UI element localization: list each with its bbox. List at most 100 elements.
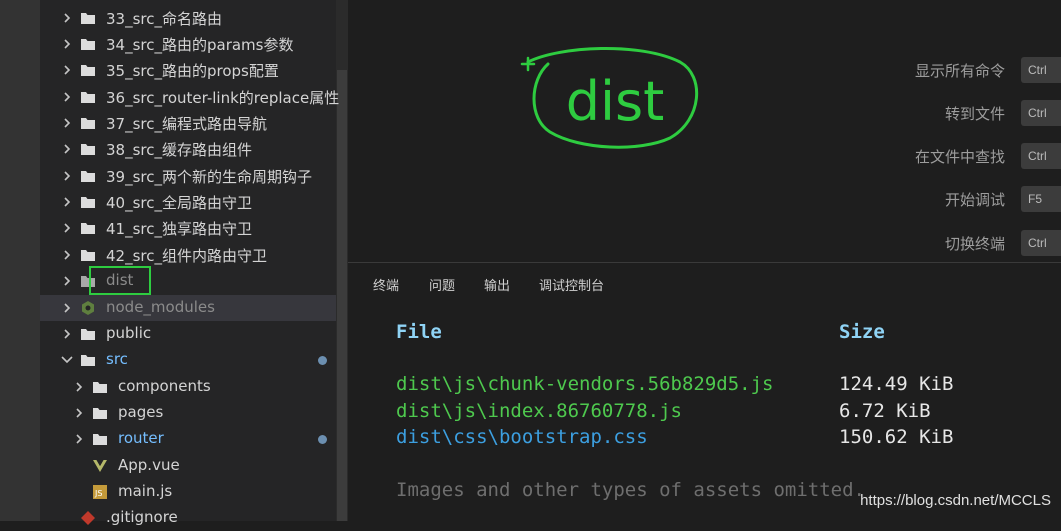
folder-icon [80, 194, 96, 210]
keybinding: Ctrl [1021, 143, 1061, 169]
tree-folder-39[interactable]: 39_src_两个新的生命周期钩子 [40, 163, 336, 189]
folder-icon [80, 10, 96, 26]
tree-folder-pages[interactable]: pages [40, 400, 336, 426]
command-find-in-files[interactable]: 在文件中查找 Ctrl [861, 143, 1061, 169]
folder-icon [92, 379, 108, 395]
folder-icon [80, 220, 96, 236]
keybinding: Ctrl [1021, 100, 1061, 126]
tree-folder-src[interactable]: src [40, 347, 336, 373]
dist-highlight-box [89, 266, 151, 295]
file-path: dist\js\index.86760778.js [396, 400, 682, 422]
chevron-right-icon [74, 382, 84, 392]
chevron-right-icon [62, 118, 72, 128]
file-column-header: File [396, 321, 442, 343]
tree-folder-35[interactable]: 35_src_路由的props配置 [40, 57, 336, 83]
annotation-text: dist [566, 70, 665, 133]
file-path: dist\css\bootstrap.css [396, 426, 648, 448]
folder-icon [80, 62, 96, 78]
chevron-right-icon [62, 329, 72, 339]
command-go-to-file[interactable]: 转到文件 Ctrl [861, 100, 1061, 126]
tree-folder-36[interactable]: 36_src_router-link的replace属性 [40, 84, 340, 110]
tree-folder-router[interactable]: router [40, 426, 336, 452]
tree-label: 34_src_路由的params参数 [106, 36, 294, 54]
tree-label: .gitignore [106, 508, 178, 526]
tab-output[interactable]: 输出 [484, 275, 510, 294]
command-label: 开始调试 [944, 191, 1005, 209]
git-icon [80, 510, 96, 526]
chevron-right-icon [62, 223, 72, 233]
file-size: 150.62 KiB [839, 426, 954, 448]
tree-label: main.js [118, 482, 173, 500]
tree-folder-40[interactable]: 40_src_全局路由守卫 [40, 189, 336, 215]
tree-label: node_modules [106, 298, 215, 316]
tree-folder-components[interactable]: components [40, 374, 336, 400]
tree-label: 35_src_路由的props配置 [106, 62, 279, 80]
svg-text:JS: JS [94, 489, 102, 498]
folder-icon [92, 405, 108, 421]
folder-icon [80, 115, 96, 131]
tree-folder-37[interactable]: 37_src_编程式路由导航 [40, 110, 336, 136]
command-start-debugging[interactable]: 开始调试 F5 [861, 186, 1061, 212]
chevron-right-icon [62, 65, 72, 75]
folder-icon [80, 326, 96, 342]
tree-file-main-js[interactable]: JS main.js [40, 479, 336, 505]
command-label: 显示所有命令 [914, 62, 1005, 80]
tree-folder-42[interactable]: 42_src_组件内路由守卫 [40, 242, 336, 268]
command-toggle-terminal[interactable]: 切换终端 Ctrl [861, 230, 1061, 256]
tree-label: components [118, 377, 211, 395]
tree-label: pages [118, 403, 164, 421]
tree-folder-node-modules[interactable]: node_modules [40, 295, 336, 321]
tree-file-app-vue[interactable]: App.vue [40, 453, 336, 479]
tree-folder-38[interactable]: 38_src_缓存路由组件 [40, 136, 336, 162]
tree-folder-41[interactable]: 41_src_独享路由守卫 [40, 215, 336, 241]
tab-problems[interactable]: 问题 [429, 275, 455, 294]
chevron-right-icon [62, 276, 72, 286]
chevron-right-icon [62, 39, 72, 49]
tree-label: 41_src_独享路由守卫 [106, 220, 252, 238]
size-column-header: Size [839, 321, 885, 343]
keybinding: Ctrl [1021, 230, 1061, 256]
dist-annotation: dist [520, 46, 699, 149]
tree-label: router [118, 429, 164, 447]
tab-debug-console[interactable]: 调试控制台 [539, 275, 604, 294]
tree-folder-33[interactable]: 33_src_命名路由 [40, 5, 336, 31]
tree-folder-34[interactable]: 34_src_路由的params参数 [40, 31, 336, 57]
tree-label: 40_src_全局路由守卫 [106, 194, 252, 212]
folder-icon [80, 247, 96, 263]
terminal-panel: 终端 问题 输出 调试控制台 File Size dist\js\chunk-v… [348, 262, 1061, 521]
command-show-all[interactable]: 显示所有命令 Ctrl [861, 57, 1061, 83]
tree-label: 39_src_两个新的生命周期钩子 [106, 168, 312, 186]
file-size: 124.49 KiB [839, 373, 954, 395]
nodejs-icon [80, 300, 96, 316]
explorer-scrollbar-thumb[interactable] [337, 70, 347, 521]
activity-bar [0, 0, 40, 521]
chevron-right-icon [62, 144, 72, 154]
tree-label: 33_src_命名路由 [106, 10, 222, 28]
tree-label: 42_src_组件内路由守卫 [106, 247, 267, 265]
tree-label: public [106, 324, 152, 342]
assets-omitted-note: Images and other types of assets omitted… [396, 479, 865, 501]
tree-folder-dist[interactable]: dist [40, 268, 336, 294]
folder-icon [80, 36, 96, 52]
chevron-right-icon [62, 197, 72, 207]
modified-dot-icon [318, 356, 327, 365]
chevron-right-icon [74, 434, 84, 444]
tab-terminal[interactable]: 终端 [373, 275, 399, 294]
folder-icon [80, 89, 96, 105]
chevron-right-icon [62, 13, 72, 23]
chevron-right-icon [62, 92, 72, 102]
vue-icon [92, 458, 108, 474]
file-size: 6.72 KiB [839, 400, 931, 422]
tree-label: 37_src_编程式路由导航 [106, 115, 267, 133]
tree-file-gitignore[interactable]: .gitignore [40, 505, 336, 531]
command-label: 切换终端 [944, 235, 1005, 253]
keybinding: F5 [1021, 186, 1061, 212]
file-path: dist\js\chunk-vendors.56b829d5.js [396, 373, 774, 395]
tree-label: 36_src_router-link的replace属性 [106, 89, 340, 107]
folder-icon [80, 168, 96, 184]
keybinding: Ctrl [1021, 57, 1061, 83]
folder-icon [92, 431, 108, 447]
tree-label: src [106, 350, 128, 368]
chevron-right-icon [62, 303, 72, 313]
tree-folder-public[interactable]: public [40, 321, 336, 347]
